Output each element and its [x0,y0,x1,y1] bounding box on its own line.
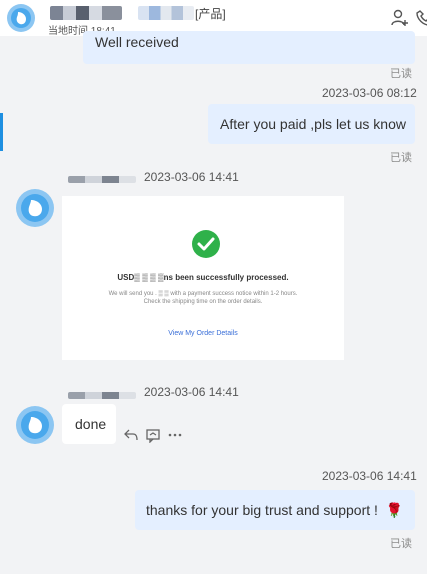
sender-name-redacted [68,392,136,399]
phone-icon[interactable] [414,8,427,28]
message-text: done [75,416,107,432]
rose-emoji: 🌹 [385,502,404,518]
message-timestamp: 2023-03-06 14:41 [322,469,417,483]
message-text: After you paid ,pls let us know [220,116,406,132]
message-text: thanks for your big trust and support ! [146,502,378,518]
message-bubble-outgoing[interactable]: Well received [83,31,415,64]
read-status: 已读 [390,538,412,550]
read-status: 已读 [390,68,412,80]
payment-processed-title: USD▒ ▒ ▒ ▒ns been successfully processed… [117,273,289,282]
sender-avatar[interactable] [15,188,55,228]
quote-icon[interactable] [145,427,161,443]
reply-icon[interactable] [123,427,139,443]
read-status: 已读 [390,152,412,164]
view-order-details-link[interactable]: View My Order Details [62,330,344,337]
message-bubble-outgoing[interactable]: thanks for your big trust and support ! … [135,490,415,530]
more-icon[interactable] [167,427,183,443]
message-timestamp: 2023-03-06 14:41 [144,385,239,399]
sender-name-redacted [68,176,136,183]
message-timestamp: 2023-03-06 08:12 [322,86,417,100]
contact-name-redacted [50,6,122,20]
header-title-suffix: [产品] [195,7,226,21]
message-text: Well received [95,34,179,50]
sender-avatar[interactable] [15,405,55,445]
payment-notice-line: We will send you . ▒ ▒ with a payment su… [108,291,298,297]
order-payment-card[interactable]: USD▒ ▒ ▒ ▒ns been successfully processed… [62,196,344,360]
add-user-icon[interactable] [390,8,410,28]
success-check-icon [192,230,220,258]
message-bubble-outgoing[interactable]: After you paid ,pls let us know [208,104,415,144]
product-name-redacted [138,6,194,20]
message-timestamp: 2023-03-06 14:41 [144,170,239,184]
contact-avatar[interactable] [6,3,36,33]
shipping-time-line: Check the shipping time on the order det… [143,299,263,305]
message-bubble-incoming[interactable]: done [62,404,116,444]
sidebar-active-indicator [0,113,3,151]
